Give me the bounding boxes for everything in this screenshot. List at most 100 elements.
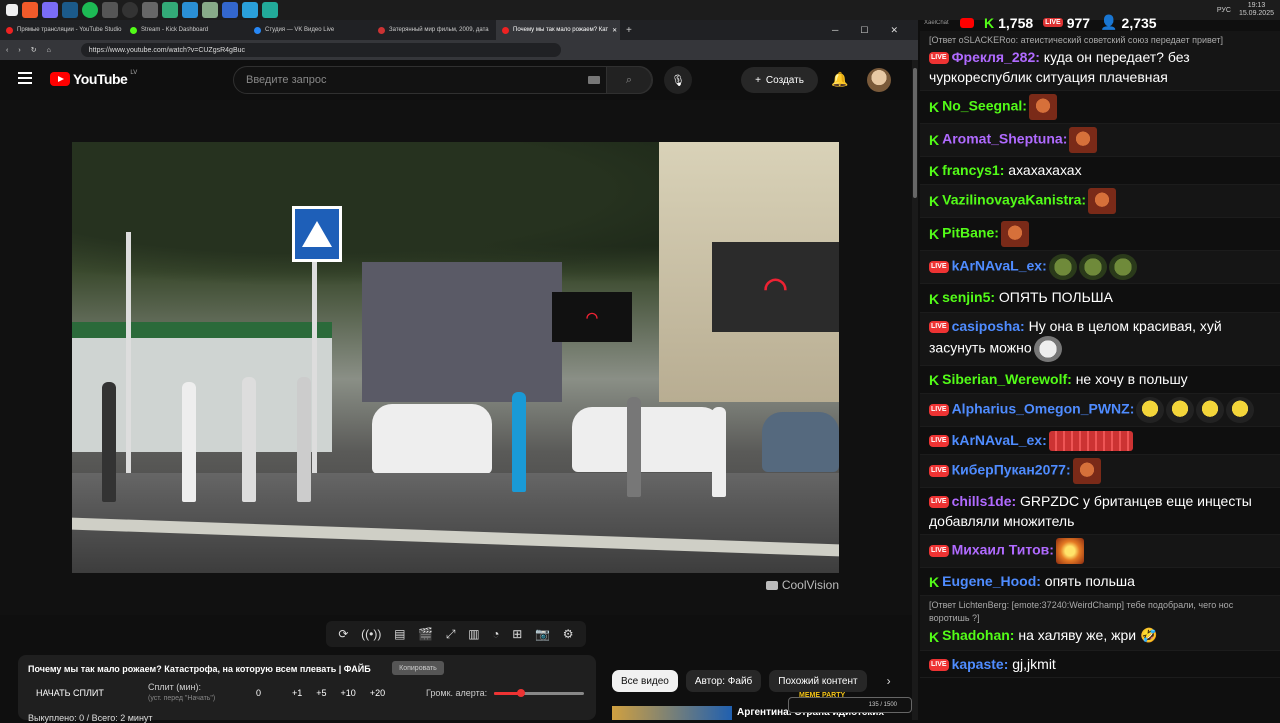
speedometer-icon[interactable]: ◔ (492, 627, 499, 641)
increment-button[interactable]: +1 (292, 688, 302, 698)
video-frame[interactable]: ◠ ◠ (72, 142, 839, 573)
vk-live-icon: LIVE (929, 545, 949, 558)
search-button[interactable]: ⌕ (606, 66, 652, 94)
chat-nick[interactable]: PitBane: (942, 225, 999, 241)
chat-nick[interactable]: casiposha: (952, 318, 1025, 334)
chat-nick[interactable]: kapaste: (952, 656, 1009, 672)
tray-lang[interactable]: РУС (1217, 7, 1231, 14)
avatar[interactable] (867, 68, 891, 92)
create-button[interactable]: + Создать (741, 67, 818, 93)
youtube-play-icon (50, 72, 70, 86)
browser-tab[interactable]: Прямые трансляции - YouTube Studio (0, 20, 124, 40)
chevron-right-icon[interactable]: › (887, 674, 891, 688)
chat-message: LIVE КиберПукан2077: (920, 455, 1280, 489)
speed-icon[interactable]: ▤ (394, 627, 405, 641)
app-icon[interactable] (262, 2, 278, 18)
kick-icon: K (929, 628, 940, 645)
browser-tab[interactable]: Stream - Kick Dashboard (124, 20, 248, 40)
close-window-icon[interactable]: ✕ (890, 25, 898, 36)
emote-icon (1196, 396, 1225, 423)
steam-icon[interactable] (62, 2, 78, 18)
forward-icon[interactable]: › (18, 47, 20, 54)
chat-message: LIVE kArNAvaL_ex: (920, 251, 1280, 285)
video-car (372, 404, 492, 474)
chat-nick[interactable]: francys1: (942, 162, 1004, 178)
cinema-icon[interactable]: ▥ (468, 627, 479, 641)
start-split-button[interactable]: НАЧАТЬ СПЛИТ (36, 688, 104, 698)
gear-icon[interactable]: ⚙ (563, 627, 574, 641)
browser-tab-active[interactable]: Почему мы так мало рожаем? Кат ✕ (496, 20, 620, 40)
chat-nick[interactable]: Shadohan: (942, 627, 1014, 643)
browser-tab[interactable]: Студия — VK Видео Live (248, 20, 372, 40)
browser-tab[interactable]: Затерянный мир фильм, 2009, дата (372, 20, 496, 40)
chip-all-videos[interactable]: Все видео (612, 670, 678, 692)
screenshot-icon[interactable]: 📷 (535, 627, 550, 641)
app-icon[interactable] (142, 2, 158, 18)
video-pedestrian (712, 407, 726, 497)
audio-icon[interactable]: ((•)) (361, 627, 381, 641)
menu-icon[interactable] (18, 72, 32, 84)
page-scrollbar[interactable] (912, 60, 918, 720)
chat-nick[interactable]: chills1de: (952, 493, 1017, 509)
chat-nick[interactable]: kArNAvaL_ex: (952, 432, 1047, 448)
split-value[interactable]: 0 (256, 688, 261, 698)
app-icon[interactable] (222, 2, 238, 18)
spotify-icon[interactable] (82, 2, 98, 18)
new-tab-icon[interactable]: + (626, 25, 632, 36)
emote-icon (1028, 94, 1057, 120)
stat-youtube (960, 17, 974, 28)
url-field[interactable]: https://www.youtube.com/watch?v=CUZgsR4g… (80, 43, 561, 57)
meme-party-widget: MEME PARTY 135 / 1500 (788, 692, 912, 713)
increment-button[interactable]: +20 (370, 688, 385, 698)
chip-author[interactable]: Автор: Файб (685, 670, 762, 692)
chat-nick[interactable]: Aromat_Sheptuna: (942, 131, 1067, 147)
chat-nick[interactable]: КиберПукан2077: (952, 462, 1071, 478)
chat-nick[interactable]: senjin5: (942, 289, 995, 305)
chat-nick[interactable]: VazilinovayaKanistra: (942, 192, 1086, 208)
chat-nick[interactable]: Eugene_Hood: (942, 573, 1041, 589)
recommended-thumbnail[interactable] (612, 706, 732, 720)
fullscreen-icon[interactable]: ⤢ (446, 627, 456, 642)
loop-icon[interactable]: ⟳ (338, 627, 348, 641)
back-icon[interactable]: ‹ (6, 47, 8, 54)
chip-related[interactable]: Похожий контент (769, 670, 867, 692)
video-player[interactable]: ◠ ◠ CoolVision (0, 100, 912, 615)
app-icon[interactable] (102, 2, 118, 18)
app-icon[interactable] (162, 2, 178, 18)
chat-nick[interactable]: Alpharius_Omegon_PWNZ: (952, 401, 1135, 417)
increment-button[interactable]: +5 (316, 688, 326, 698)
chat-nick[interactable]: Михаил Титов: (952, 542, 1054, 558)
app-icon[interactable] (42, 2, 58, 18)
search-input[interactable]: Введите запрос ⌕ (233, 66, 653, 94)
telegram-icon[interactable] (242, 2, 258, 18)
region-code: LV (130, 70, 138, 76)
increment-button[interactable]: +10 (341, 688, 356, 698)
slider-knob[interactable] (517, 689, 525, 697)
chat-nick[interactable]: kArNAvaL_ex: (952, 258, 1047, 274)
video-pedestrian (512, 392, 526, 492)
video-pole (126, 232, 131, 492)
youtube-logo[interactable]: YouTube LV (50, 70, 138, 87)
close-tab-icon[interactable]: ✕ (612, 27, 617, 34)
clip-icon[interactable]: 🎬 (418, 627, 433, 641)
alert-volume-slider[interactable] (494, 689, 584, 697)
obs-icon[interactable] (122, 2, 138, 18)
app-icon[interactable] (202, 2, 218, 18)
brave-icon[interactable] (22, 2, 38, 18)
chat-nick[interactable]: Siberian_Werewolf: (942, 371, 1072, 387)
minimize-icon[interactable]: ─ (832, 25, 838, 35)
windows-icon[interactable] (6, 4, 18, 16)
chat-nick[interactable]: No_Seegnal: (942, 98, 1027, 114)
add-icon[interactable]: ⊞ (512, 627, 522, 641)
keyboard-icon[interactable] (588, 76, 600, 84)
chat-nick[interactable]: Фрекля_282: (952, 49, 1040, 65)
home-icon[interactable]: ⌂ (47, 47, 51, 54)
scrollbar-thumb[interactable] (913, 68, 917, 198)
maximize-icon[interactable]: ☐ (860, 25, 868, 36)
notifications-icon[interactable]: 🔔 (831, 71, 848, 88)
copy-button[interactable]: Копировать (392, 661, 444, 675)
app-icon[interactable] (182, 2, 198, 18)
voice-search-button[interactable]: 🎙 (664, 66, 692, 94)
reload-icon[interactable]: ↻ (31, 46, 37, 54)
emote-icon (1055, 538, 1084, 565)
